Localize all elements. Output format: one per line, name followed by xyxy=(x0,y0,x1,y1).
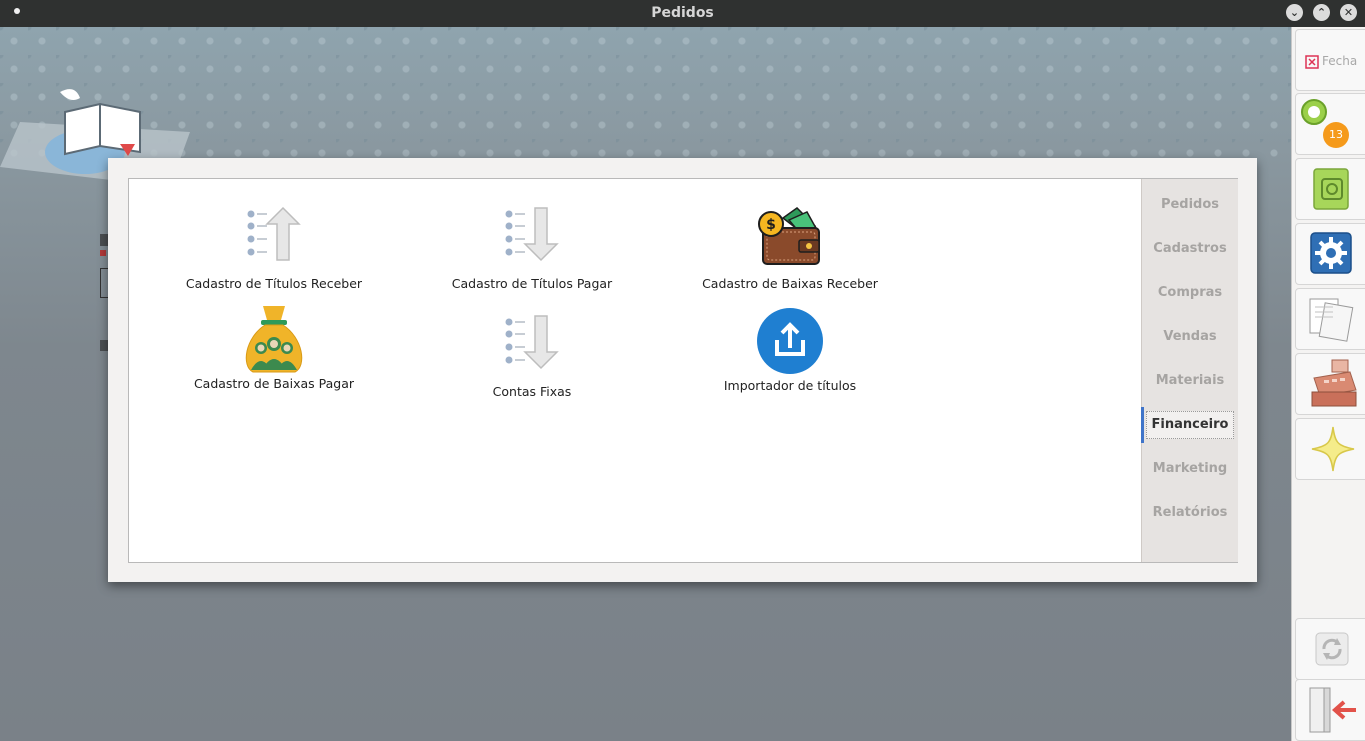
tile-label: Contas Fixas xyxy=(492,384,572,399)
module-menu-dialog: Cadastro de Títulos Receber Cadastro de … xyxy=(108,158,1257,582)
tile-cadastro-baixas-pagar[interactable]: Cadastro de Baixas Pagar xyxy=(164,304,384,391)
settings-button[interactable] xyxy=(1295,223,1365,285)
active-tab-indicator xyxy=(1141,407,1144,443)
gear-icon xyxy=(1310,232,1352,274)
close-panel-icon xyxy=(1305,55,1319,69)
tab-relatorios[interactable]: Relatórios xyxy=(1142,499,1238,527)
notification-count-badge: 13 xyxy=(1323,122,1349,148)
close-panel-button[interactable]: Fecha xyxy=(1295,29,1365,91)
tile-label: Cadastro de Baixas Receber xyxy=(702,276,878,291)
list-arrow-down-icon xyxy=(505,315,559,370)
address-book-button[interactable] xyxy=(1295,158,1365,220)
notifications-button[interactable]: 13 xyxy=(1295,93,1365,155)
hidden-text-fragment xyxy=(100,250,106,256)
favorites-button[interactable] xyxy=(1295,418,1365,480)
tile-label: Cadastro de Baixas Pagar xyxy=(193,376,355,391)
tile-contas-fixas[interactable]: Contas Fixas xyxy=(422,312,642,399)
window-titlebar: Pedidos ⌄ ⌃ ✕ xyxy=(0,0,1365,27)
tab-materiais[interactable]: Materiais xyxy=(1142,367,1238,395)
refresh-icon xyxy=(1315,632,1349,666)
minimize-button[interactable]: ⌄ xyxy=(1286,4,1303,21)
module-panel: Cadastro de Títulos Receber Cadastro de … xyxy=(128,178,1238,563)
list-arrow-down-icon xyxy=(505,207,559,262)
tile-label: Cadastro de Títulos Receber xyxy=(185,276,363,291)
tab-compras[interactable]: Compras xyxy=(1142,279,1238,307)
notification-icon xyxy=(1301,99,1327,125)
maximize-button[interactable]: ⌃ xyxy=(1313,4,1330,21)
tile-label: Importador de títulos xyxy=(723,378,857,393)
tab-pedidos[interactable]: Pedidos xyxy=(1142,191,1238,219)
documents-icon xyxy=(1309,298,1354,342)
exit-door-icon xyxy=(1309,687,1356,733)
tile-cadastro-baixas-receber[interactable]: $ Cadastro de Baixas Receber xyxy=(680,204,900,291)
tile-importador-titulos[interactable]: Importador de títulos xyxy=(680,306,900,393)
tab-marketing[interactable]: Marketing xyxy=(1142,455,1238,483)
wallet-money-icon: $ xyxy=(758,207,820,265)
upload-icon xyxy=(757,308,823,374)
category-tabs: Pedidos Cadastros Compras Vendas Materia… xyxy=(1141,179,1238,562)
right-sidebar: Fecha 13 xyxy=(1291,27,1365,741)
tab-financeiro[interactable]: Financeiro xyxy=(1141,407,1238,443)
list-arrow-up-icon xyxy=(247,206,301,261)
tab-vendas[interactable]: Vendas xyxy=(1142,323,1238,351)
tile-cadastro-titulos-pagar[interactable]: Cadastro de Títulos Pagar xyxy=(422,204,642,291)
close-panel-label: Fecha xyxy=(1322,54,1358,68)
tab-cadastros[interactable]: Cadastros xyxy=(1142,235,1238,263)
star-icon xyxy=(1311,426,1355,472)
cash-register-button[interactable] xyxy=(1295,353,1365,415)
cash-register-icon xyxy=(1311,359,1357,407)
svg-text:$: $ xyxy=(766,217,776,233)
close-button[interactable]: ✕ xyxy=(1340,4,1357,21)
address-book-icon xyxy=(1313,168,1349,210)
tile-cadastro-titulos-receber[interactable]: Cadastro de Títulos Receber xyxy=(164,204,384,291)
documents-button[interactable] xyxy=(1295,288,1365,350)
money-bag-icon xyxy=(245,306,303,373)
tile-label: Cadastro de Títulos Pagar xyxy=(451,276,613,291)
logout-button[interactable] xyxy=(1295,679,1365,741)
window-title: Pedidos xyxy=(651,5,714,21)
refresh-button[interactable] xyxy=(1295,618,1365,680)
